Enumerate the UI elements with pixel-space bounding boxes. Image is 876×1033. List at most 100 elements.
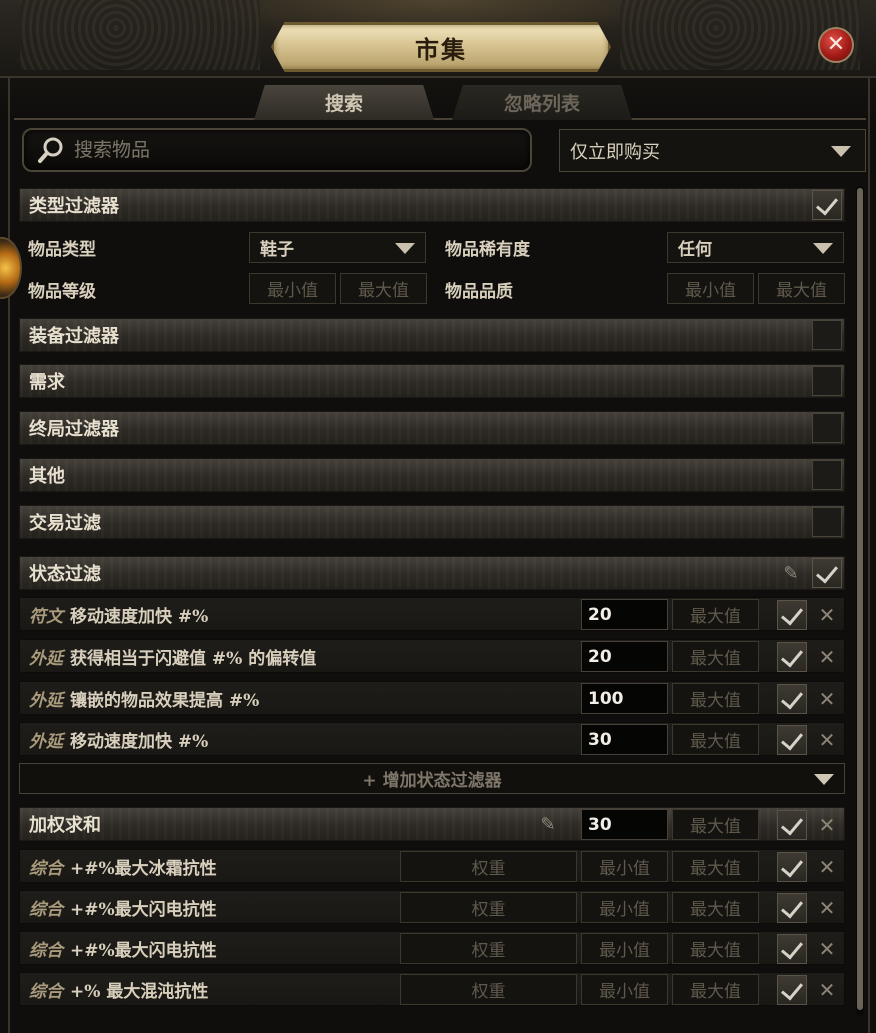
remove-stat-icon[interactable]: ✕ bbox=[816, 978, 838, 1002]
stat-row-checkbox[interactable] bbox=[777, 852, 807, 882]
stat-min-input[interactable]: 30 bbox=[581, 724, 668, 755]
weighted-sum-checkbox[interactable] bbox=[777, 810, 807, 840]
tab-bar: 搜索 忽略列表 bbox=[14, 80, 866, 120]
item-type-select[interactable]: 鞋子 bbox=[249, 232, 426, 263]
item-type-value: 鞋子 bbox=[260, 240, 294, 260]
stat-row-checkbox[interactable] bbox=[777, 975, 807, 1005]
scrollbar-thumb[interactable] bbox=[857, 188, 863, 1010]
stat-text: +#%最大闪电抗性 bbox=[70, 899, 217, 920]
search-icon bbox=[36, 135, 66, 165]
edit-pencil-icon[interactable]: ✎ bbox=[538, 814, 558, 835]
section-equipment-filters[interactable]: 装备过滤器 bbox=[19, 318, 845, 352]
endgame-filters-checkbox[interactable] bbox=[812, 413, 842, 443]
tab-search[interactable]: 搜索 bbox=[254, 85, 434, 120]
requirements-checkbox[interactable] bbox=[812, 366, 842, 396]
stat-tag: 综合 bbox=[29, 940, 63, 961]
remove-stat-icon[interactable]: ✕ bbox=[816, 896, 838, 920]
section-endgame-filters[interactable]: 终局过滤器 bbox=[19, 411, 845, 445]
equipment-filters-checkbox[interactable] bbox=[812, 320, 842, 350]
trade-filters-checkbox[interactable] bbox=[812, 507, 842, 537]
stat-text: 移动速度加快 #% bbox=[70, 606, 209, 627]
stat-row-checkbox[interactable] bbox=[777, 684, 807, 714]
stat-text: 移动速度加快 #% bbox=[70, 731, 209, 752]
remove-stat-icon[interactable]: ✕ bbox=[816, 687, 838, 711]
add-stat-filter-button[interactable]: + 增加状态过滤器 bbox=[19, 763, 845, 794]
edit-pencil-icon[interactable]: ✎ bbox=[781, 563, 801, 584]
weight-input[interactable]: 权重 bbox=[400, 974, 577, 1005]
stat-max-input[interactable]: 最大值 bbox=[672, 599, 759, 630]
stat-min-input[interactable]: 100 bbox=[581, 683, 668, 714]
stat-text: +#%最大闪电抗性 bbox=[70, 940, 217, 961]
stat-max-input[interactable]: 最大值 bbox=[672, 724, 759, 755]
scrollbar[interactable] bbox=[856, 186, 864, 1016]
stat-min-input[interactable]: 20 bbox=[581, 599, 668, 630]
chevron-down-icon bbox=[813, 242, 833, 254]
stat-text: 获得相当于闪避值 #% 的偏转值 bbox=[70, 648, 317, 669]
weighted-sum-max-input[interactable]: 最大值 bbox=[672, 809, 759, 840]
item-quality-min[interactable]: 最小值 bbox=[667, 273, 754, 304]
stat-max-input[interactable]: 最大值 bbox=[672, 974, 759, 1005]
rarity-label: 物品稀有度 bbox=[445, 240, 530, 260]
remove-stat-icon[interactable]: ✕ bbox=[816, 603, 838, 627]
stat-max-input[interactable]: 最大值 bbox=[672, 933, 759, 964]
section-label: 交易过滤 bbox=[29, 513, 101, 534]
item-quality-label: 物品品质 bbox=[445, 282, 513, 302]
item-quality-max[interactable]: 最大值 bbox=[758, 273, 845, 304]
section-weighted-sum-label: 加权求和 bbox=[29, 815, 101, 836]
stat-min-input[interactable]: 最小值 bbox=[581, 892, 668, 923]
section-requirements[interactable]: 需求 bbox=[19, 364, 845, 398]
close-icon[interactable]: ✕ bbox=[818, 27, 854, 63]
section-stat-filters[interactable]: 状态过滤 bbox=[19, 556, 845, 590]
stat-row-checkbox[interactable] bbox=[777, 893, 807, 923]
stat-row-checkbox[interactable] bbox=[777, 642, 807, 672]
chevron-down-icon bbox=[814, 773, 834, 785]
search-box[interactable] bbox=[22, 128, 532, 172]
buyout-select-value: 仅立即购买 bbox=[570, 141, 660, 163]
item-level-max[interactable]: 最大值 bbox=[340, 273, 427, 304]
weighted-sum-min-input[interactable]: 30 bbox=[581, 809, 668, 840]
section-type-filters-label: 类型过滤器 bbox=[29, 196, 119, 217]
item-level-min[interactable]: 最小值 bbox=[249, 273, 336, 304]
stat-min-input[interactable]: 最小值 bbox=[581, 851, 668, 882]
stat-max-input[interactable]: 最大值 bbox=[672, 892, 759, 923]
stat-max-input[interactable]: 最大值 bbox=[672, 851, 759, 882]
stat-filters-checkbox[interactable] bbox=[812, 558, 842, 588]
stat-min-input[interactable]: 最小值 bbox=[581, 974, 668, 1005]
stat-row-checkbox[interactable] bbox=[777, 934, 807, 964]
rarity-select[interactable]: 任何 bbox=[667, 232, 844, 263]
remove-stat-icon[interactable]: ✕ bbox=[816, 855, 838, 879]
remove-weighted-sum-icon[interactable]: ✕ bbox=[816, 813, 838, 837]
weight-input[interactable]: 权重 bbox=[400, 933, 577, 964]
remove-stat-icon[interactable]: ✕ bbox=[816, 728, 838, 752]
add-stat-filter-label: + 增加状态过滤器 bbox=[362, 771, 502, 791]
stat-tag: 综合 bbox=[29, 981, 63, 1002]
stat-tag: 符文 bbox=[29, 606, 63, 627]
stat-row-checkbox[interactable] bbox=[777, 725, 807, 755]
weight-input[interactable]: 权重 bbox=[400, 892, 577, 923]
misc-checkbox[interactable] bbox=[812, 460, 842, 490]
weight-input[interactable]: 权重 bbox=[400, 851, 577, 882]
remove-stat-icon[interactable]: ✕ bbox=[816, 937, 838, 961]
section-label: 装备过滤器 bbox=[29, 326, 119, 347]
section-misc[interactable]: 其他 bbox=[19, 458, 845, 492]
rarity-value: 任何 bbox=[678, 240, 712, 260]
stat-min-input[interactable]: 最小值 bbox=[581, 933, 668, 964]
type-filters-checkbox[interactable] bbox=[812, 190, 842, 220]
section-trade-filters[interactable]: 交易过滤 bbox=[19, 505, 845, 539]
item-level-label: 物品等级 bbox=[28, 282, 96, 302]
stat-max-input[interactable]: 最大值 bbox=[672, 683, 759, 714]
stat-max-input[interactable]: 最大值 bbox=[672, 641, 759, 672]
stat-min-input[interactable]: 20 bbox=[581, 641, 668, 672]
section-stat-filters-label: 状态过滤 bbox=[29, 564, 101, 585]
section-type-filters[interactable]: 类型过滤器 bbox=[19, 188, 845, 222]
tab-ignore-list[interactable]: 忽略列表 bbox=[452, 85, 632, 120]
search-input[interactable] bbox=[74, 139, 494, 161]
stat-tag: 外延 bbox=[29, 648, 63, 669]
item-type-label: 物品类型 bbox=[28, 240, 96, 260]
section-label: 终局过滤器 bbox=[29, 419, 119, 440]
remove-stat-icon[interactable]: ✕ bbox=[816, 645, 838, 669]
buyout-select[interactable]: 仅立即购买 bbox=[559, 129, 866, 172]
chevron-down-icon bbox=[831, 145, 851, 157]
stat-tag: 外延 bbox=[29, 690, 63, 711]
stat-row-checkbox[interactable] bbox=[777, 600, 807, 630]
